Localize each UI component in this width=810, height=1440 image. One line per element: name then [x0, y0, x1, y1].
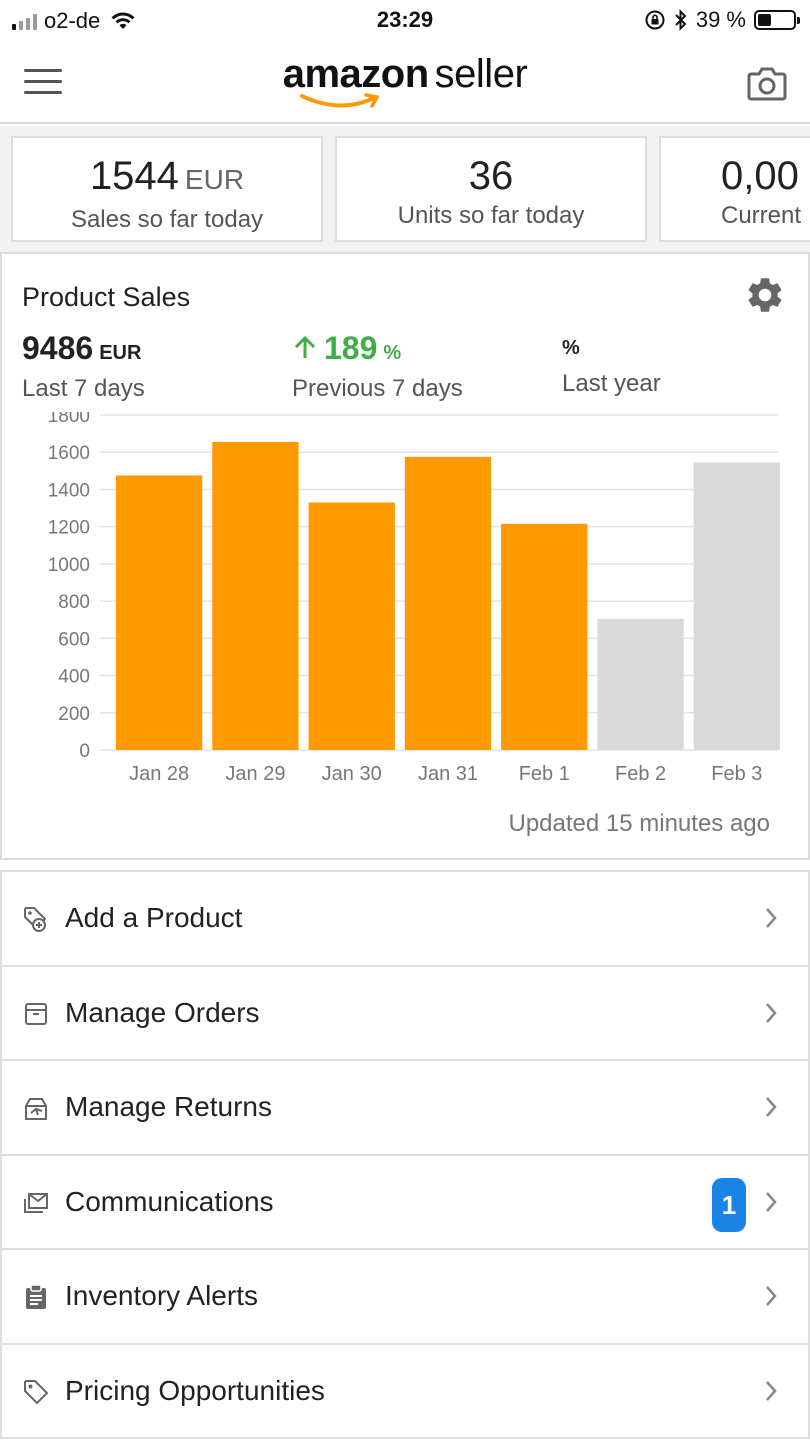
- x-tick-label: Jan 28: [129, 763, 189, 785]
- metric-last-7-days-label: Last 7 days: [22, 375, 145, 402]
- y-tick-label: 1000: [48, 555, 90, 576]
- y-tick-label: 800: [58, 592, 90, 613]
- bar: [501, 523, 588, 750]
- sales-today-label: Sales so far today: [70, 206, 264, 233]
- x-tick-label: Jan 31: [418, 763, 478, 785]
- units-today-card[interactable]: 36 Units so far today: [335, 136, 647, 242]
- x-tick-label: Jan 30: [322, 763, 382, 785]
- menu-item-manage-returns[interactable]: Manage Returns: [0, 1061, 810, 1156]
- current-label: Current: [721, 202, 802, 229]
- x-tick-label: Feb 3: [711, 763, 762, 785]
- chevron-right-icon: [766, 1002, 777, 1023]
- y-tick-label: 200: [58, 704, 90, 725]
- metric-last-year-label: Last year: [562, 370, 661, 397]
- menu-item-communications[interactable]: Communications 1: [0, 1155, 810, 1250]
- nav-bar: amazon seller: [0, 44, 810, 124]
- y-tick-label: 1800: [48, 412, 90, 427]
- current-card[interactable]: 0,00 Current: [659, 136, 810, 242]
- menu-item-label: Add a Product: [65, 902, 243, 933]
- menu-item-label: Pricing Opportunities: [65, 1374, 325, 1406]
- status-right: 39 %: [644, 7, 800, 33]
- sales-chart-svg: 0 200 400 600 800 1000 1200 1400 1600 1800 Jan 28 J…: [48, 412, 780, 785]
- metric-last-7-days: 9486 EUR Last 7 days: [22, 328, 145, 403]
- tag-plus-icon: [24, 907, 46, 932]
- menu-item-add-product[interactable]: Add a Product: [0, 872, 810, 967]
- chevron-right-icon: [766, 1286, 777, 1306]
- gear-icon[interactable]: [744, 274, 786, 316]
- x-tick-label: Feb 2: [615, 763, 666, 785]
- clipboard-icon: [26, 1284, 46, 1309]
- menu-item-manage-orders[interactable]: Manage Orders: [0, 966, 810, 1061]
- return-box-icon: [25, 1098, 47, 1120]
- mail-icon: [24, 1192, 48, 1213]
- updated-text: Updated 15 minutes ago: [508, 810, 770, 837]
- arrow-up-icon: [294, 335, 316, 358]
- metric-previous-7-days: 189% Previous 7 days: [292, 328, 463, 403]
- bar: [693, 462, 780, 750]
- panel-title: Product Sales: [22, 282, 191, 312]
- bar: [404, 456, 492, 750]
- menu-list: Add a Product Manage Orders Manage Retur…: [0, 870, 810, 1439]
- menu-item-label: Manage Returns: [65, 1091, 273, 1122]
- battery-percent: 39 %: [695, 7, 746, 32]
- logo-seller: seller: [434, 52, 528, 96]
- rotation-lock-icon: [645, 10, 665, 30]
- bar: [212, 441, 299, 750]
- metric-previous-7-days-unit: %: [383, 342, 402, 364]
- y-tick-label: 0: [79, 741, 90, 762]
- sales-today-card[interactable]: 1544 EUR Sales so far today: [11, 136, 323, 242]
- metric-last-year: % Last year: [562, 328, 661, 398]
- camera-icon[interactable]: [746, 64, 788, 102]
- menu-item-pricing-opportunities[interactable]: Pricing Opportunities: [0, 1344, 810, 1439]
- metric-previous-7-days-label: Previous 7 days: [292, 375, 463, 402]
- current-value: 0,00: [721, 154, 799, 198]
- bar: [116, 475, 203, 750]
- status-bar: o2-de 23:29 39 %: [0, 0, 810, 44]
- notification-badge: 1: [712, 1177, 746, 1232]
- chevron-right-icon: [766, 908, 777, 928]
- bar: [308, 502, 395, 750]
- y-tick-label: 1600: [48, 443, 90, 464]
- menu-item-label: Inventory Alerts: [65, 1280, 258, 1311]
- chevron-right-icon: [766, 1097, 777, 1117]
- units-today-label: Units so far today: [397, 202, 585, 229]
- metric-previous-7-days-value: 189: [324, 330, 378, 366]
- box-icon: [25, 1002, 47, 1025]
- menu-item-inventory-alerts[interactable]: Inventory Alerts: [0, 1250, 810, 1345]
- product-sales-panel: Product Sales 9486 EUR Last 7 days 189% P…: [0, 252, 810, 860]
- x-tick-label: Jan 29: [225, 763, 285, 785]
- y-tick-label: 1400: [48, 480, 90, 501]
- x-tick-label: Feb 1: [519, 763, 570, 785]
- battery-icon: [754, 10, 800, 30]
- menu-item-label: Manage Orders: [65, 996, 260, 1028]
- amazon-smile-icon: [300, 93, 379, 108]
- tag-icon: [24, 1379, 48, 1404]
- stats-strip: 1544 EUR Sales so far today 36 Units so f…: [0, 126, 810, 252]
- chevron-right-icon: [766, 1380, 777, 1401]
- units-today-value: 36: [468, 154, 514, 198]
- metric-last-7-days-unit: EUR: [99, 342, 142, 364]
- amazon-seller-logo: amazon seller: [0, 52, 810, 97]
- y-tick-label: 600: [58, 629, 90, 650]
- y-tick-label: 400: [58, 667, 90, 688]
- metric-last-7-days-value: 9486: [22, 330, 94, 366]
- chevron-right-icon: [766, 1191, 777, 1212]
- sales-chart: 0 200 400 600 800 1000 1200 1400 1600 1800 Jan 28 J…: [2, 412, 808, 792]
- bluetooth-icon: [675, 9, 687, 31]
- metric-last-year-unit: %: [562, 337, 580, 359]
- y-tick-label: 1200: [48, 518, 90, 539]
- sales-today-unit: EUR: [184, 164, 245, 195]
- sales-today-value: 1544: [89, 154, 179, 198]
- menu-item-label: Communications: [65, 1185, 274, 1217]
- bar: [597, 618, 684, 750]
- logo-amazon: amazon: [282, 52, 429, 96]
